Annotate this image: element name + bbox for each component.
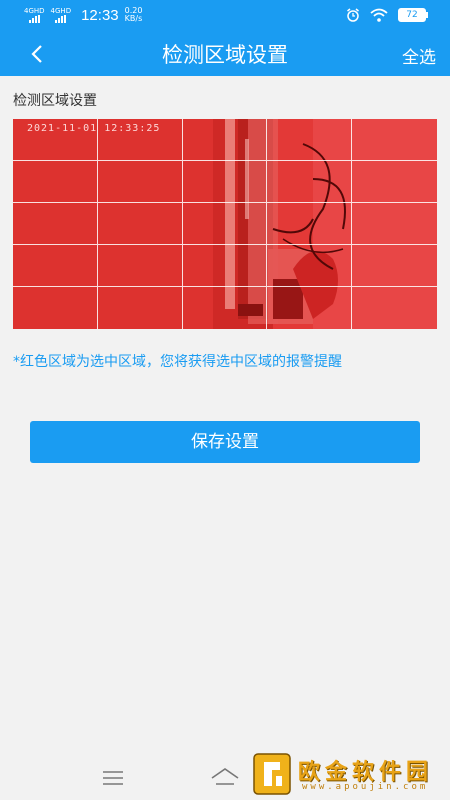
grid-cell[interactable] <box>267 119 353 161</box>
grid-cell[interactable] <box>13 203 98 245</box>
grid-cell[interactable] <box>182 287 268 329</box>
grid-cell[interactable] <box>97 161 183 203</box>
grid-cell[interactable] <box>352 161 437 203</box>
grid-cell[interactable] <box>352 287 437 329</box>
home-icon[interactable] <box>210 766 240 786</box>
watermark-url: www.apoujin.com <box>302 782 429 792</box>
grid-cell[interactable] <box>267 203 353 245</box>
grid-cell[interactable] <box>13 119 98 161</box>
grid-cell[interactable] <box>13 161 98 203</box>
grid-cell[interactable] <box>13 245 98 287</box>
grid-cell[interactable] <box>97 245 183 287</box>
network-speed: 0.20 KB/s <box>125 7 143 23</box>
battery-icon: 72 <box>398 8 428 22</box>
sim2-label: 4GHD <box>50 6 72 15</box>
save-settings-button[interactable]: 保存设置 <box>30 421 420 463</box>
sim1-label: 4GHD <box>24 6 45 15</box>
speed-unit: KB/s <box>124 14 143 23</box>
select-all-button[interactable]: 全选 <box>402 43 436 68</box>
grid-cell[interactable] <box>182 245 268 287</box>
grid-cell[interactable] <box>97 203 183 245</box>
alarm-icon <box>347 8 359 22</box>
selection-hint: *红色区域为选中区域，您将获得选中区域的报警提醒 <box>13 354 342 370</box>
wifi-icon <box>370 8 388 22</box>
section-label: 检测区域设置 <box>13 93 97 109</box>
grid-cell[interactable] <box>267 245 353 287</box>
clock: 12:33 <box>81 6 119 24</box>
grid-cell[interactable] <box>97 287 183 329</box>
status-bar: 4GHD 4GHD 12:33 0.20 KB/s 72 <box>0 0 450 30</box>
page-title: 检测区域设置 <box>162 43 288 67</box>
grid-cell[interactable] <box>13 287 98 329</box>
status-right: 72 <box>346 8 450 22</box>
signal-sim2-icon: 4GHD <box>50 6 72 23</box>
grid-cell[interactable] <box>182 119 268 161</box>
status-left: 4GHD 4GHD 12:33 0.20 KB/s <box>0 7 142 24</box>
nav-bar: 检测区域设置 全选 <box>0 30 450 76</box>
menu-icon[interactable] <box>102 770 124 786</box>
watermark-logo-icon <box>253 753 291 795</box>
grid-cell[interactable] <box>267 161 353 203</box>
grid-cell[interactable] <box>182 161 268 203</box>
camera-preview: 2021-11-01 12:33:25 <box>13 119 437 329</box>
detection-grid <box>13 119 437 329</box>
grid-cell[interactable] <box>352 203 437 245</box>
grid-cell[interactable] <box>267 287 353 329</box>
grid-cell[interactable] <box>352 119 437 161</box>
grid-cell[interactable] <box>97 119 183 161</box>
grid-cell[interactable] <box>352 245 437 287</box>
grid-cell[interactable] <box>182 203 268 245</box>
watermark: 欧金软件园 www.apoujin.com <box>248 748 450 800</box>
signal-sim1-icon: 4GHD <box>24 6 45 23</box>
